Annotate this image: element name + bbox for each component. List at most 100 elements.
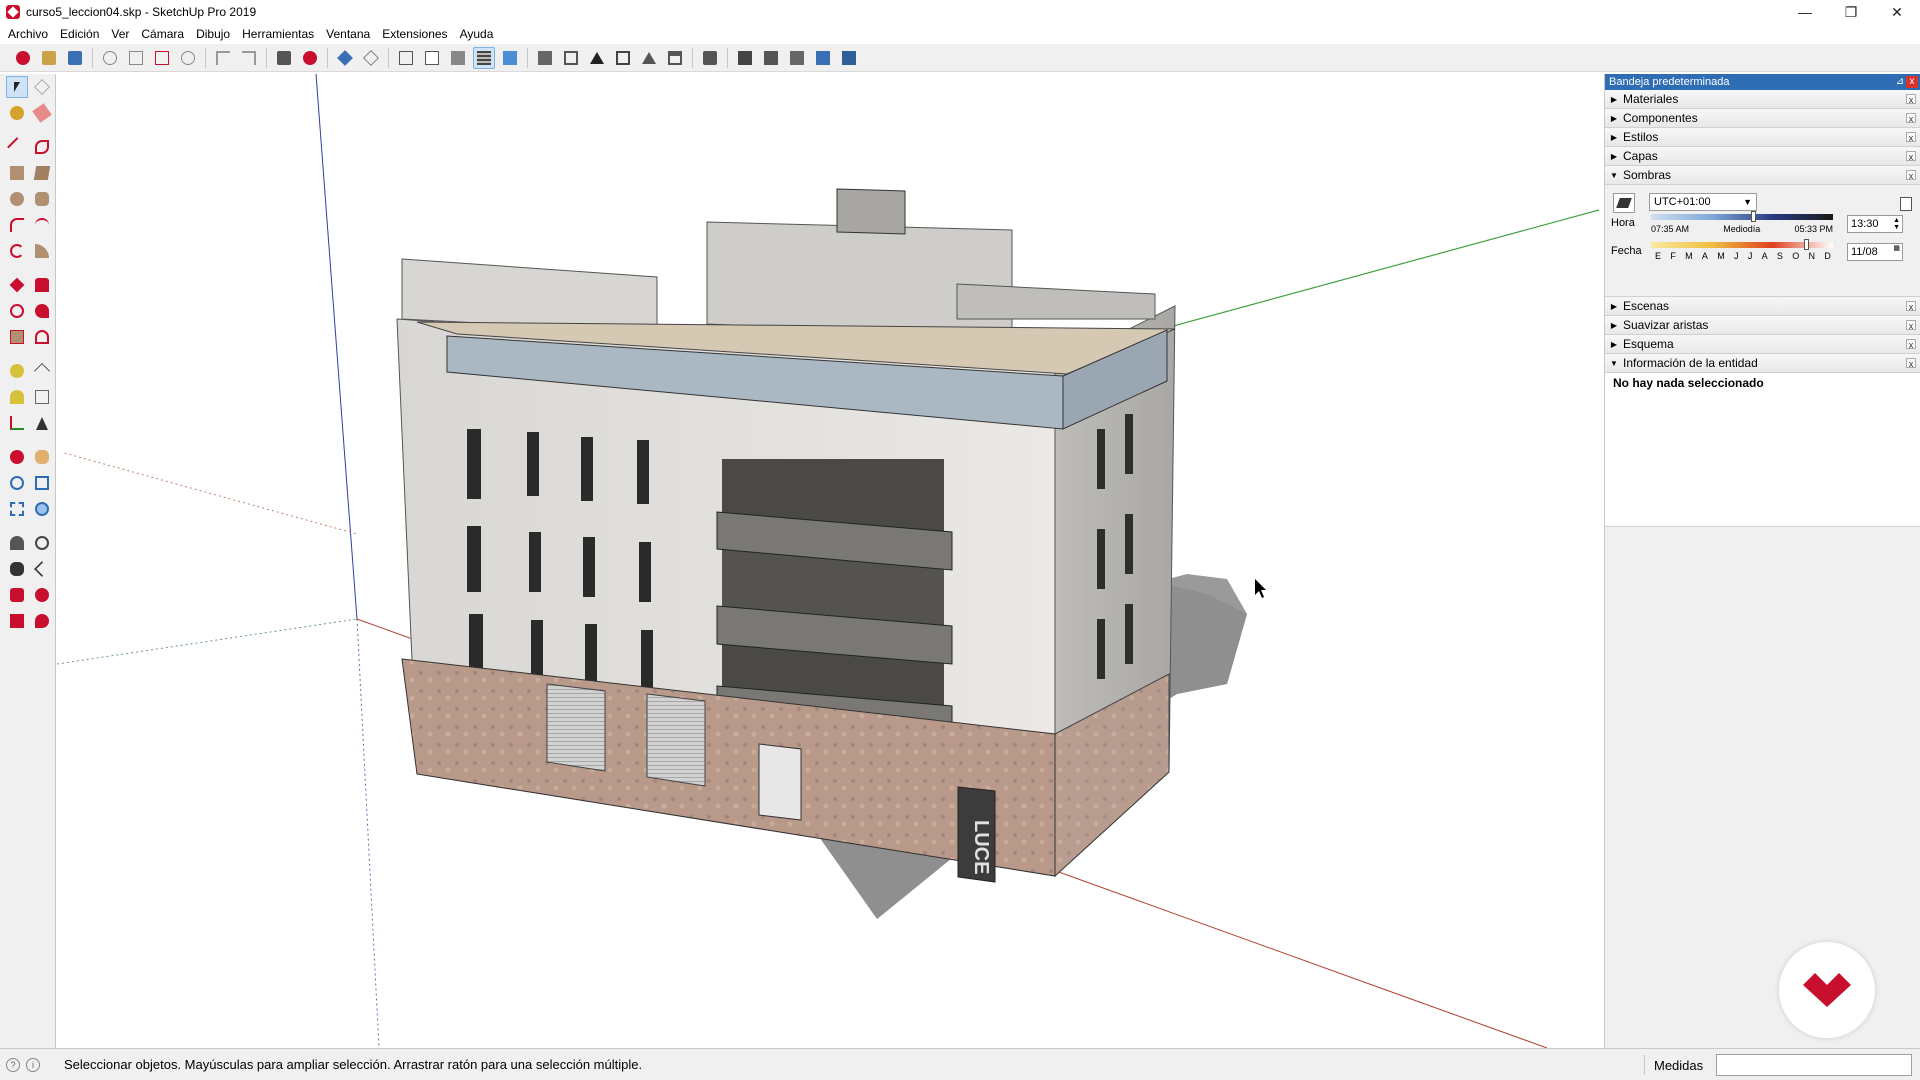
select-tool[interactable] (6, 76, 28, 98)
freehand-tool[interactable] (32, 136, 54, 158)
calendar-icon[interactable]: ▦ (1893, 245, 1900, 252)
layout-tool[interactable] (6, 610, 28, 632)
extension-button[interactable] (838, 47, 860, 69)
extension-warehouse-tool[interactable] (32, 584, 54, 606)
close-icon[interactable]: x (1906, 339, 1916, 350)
pan-tool[interactable] (32, 446, 54, 468)
close-icon[interactable]: x (1906, 113, 1916, 124)
warehouse-button[interactable] (699, 47, 721, 69)
axes-tool[interactable] (6, 412, 28, 434)
measurements-input[interactable] (1716, 1054, 1912, 1076)
extension-manager-tool[interactable] (32, 610, 54, 632)
tray-close-button[interactable]: x (1906, 76, 1918, 88)
minimize-button[interactable]: — (1782, 0, 1828, 24)
pin-icon[interactable]: ⊿ (1896, 74, 1904, 90)
section-plane-tool[interactable] (32, 558, 54, 580)
menu-ventana[interactable]: Ventana (320, 27, 376, 41)
right-view-button[interactable] (612, 47, 634, 69)
eraser-tool[interactable] (32, 102, 54, 124)
close-icon[interactable]: x (1906, 94, 1916, 105)
two-point-arc-tool[interactable] (32, 214, 54, 236)
section-cuts-button[interactable] (786, 47, 808, 69)
panel-suavizar-aristas[interactable]: ▶ Suavizar aristas x (1605, 316, 1920, 335)
paste-button[interactable] (151, 47, 173, 69)
spinner-icon[interactable]: ▲ ▼ (1893, 217, 1900, 231)
time-slider[interactable] (1651, 214, 1833, 220)
save-button[interactable] (64, 47, 86, 69)
look-around-tool[interactable] (32, 532, 54, 554)
modeling-viewport[interactable]: LUCE (57, 74, 1599, 1048)
rectangle-tool[interactable] (6, 162, 28, 184)
push-pull-tool[interactable] (32, 274, 54, 296)
line-tool[interactable] (6, 136, 28, 158)
previous-view-tool[interactable] (32, 498, 54, 520)
section-plane-button[interactable] (734, 47, 756, 69)
erase-button[interactable] (177, 47, 199, 69)
geolocation-icon[interactable]: ? (6, 1057, 20, 1072)
close-icon[interactable]: x (1906, 301, 1916, 312)
zoom-tool[interactable] (6, 472, 28, 494)
left-view-button[interactable] (664, 47, 686, 69)
pie-tool[interactable] (32, 240, 54, 262)
menu-dibujo[interactable]: Dibujo (190, 27, 236, 41)
follow-me-tool[interactable] (32, 300, 54, 322)
xray-button[interactable] (360, 47, 382, 69)
menu-edicion[interactable]: Edición (54, 27, 105, 41)
walk-tool[interactable] (6, 558, 28, 580)
timezone-select[interactable]: UTC+01:00 ▼ (1649, 193, 1757, 211)
time-slider-thumb[interactable] (1750, 211, 1756, 222)
menu-ver[interactable]: Ver (105, 27, 135, 41)
model-info-button[interactable] (299, 47, 321, 69)
close-icon[interactable]: x (1906, 358, 1916, 369)
rotated-rectangle-tool[interactable] (32, 162, 54, 184)
paint-bucket-tool[interactable] (6, 102, 28, 124)
three-point-arc-tool[interactable] (6, 240, 28, 262)
make-component-button[interactable] (334, 47, 356, 69)
panel-escenas[interactable]: ▶ Escenas x (1605, 297, 1920, 316)
shaded-button[interactable] (447, 47, 469, 69)
copy-button[interactable] (125, 47, 147, 69)
panel-materiales[interactable]: ▶ Materiales x (1605, 90, 1920, 109)
menu-camara[interactable]: Cámara (135, 27, 190, 41)
close-icon[interactable]: x (1906, 170, 1916, 181)
panel-esquema[interactable]: ▶ Esquema x (1605, 335, 1920, 354)
3d-warehouse-tool[interactable] (6, 584, 28, 606)
iso-view-button[interactable] (534, 47, 556, 69)
close-window-button[interactable]: ✕ (1874, 0, 1920, 24)
top-view-button[interactable] (560, 47, 582, 69)
wireframe-button[interactable] (395, 47, 417, 69)
zoom-window-tool[interactable] (32, 472, 54, 494)
rotate-tool[interactable] (6, 300, 28, 322)
print-button[interactable] (273, 47, 295, 69)
position-camera-tool[interactable] (6, 532, 28, 554)
restore-button[interactable]: ❐ (1828, 0, 1874, 24)
shadow-settings-icon[interactable] (1900, 197, 1912, 211)
close-icon[interactable]: x (1906, 151, 1916, 162)
section-display-button[interactable] (760, 47, 782, 69)
panel-componentes[interactable]: ▶ Componentes x (1605, 109, 1920, 128)
scale-tool[interactable] (6, 326, 28, 348)
cut-button[interactable] (99, 47, 121, 69)
undo-button[interactable] (212, 47, 234, 69)
date-field[interactable]: 11/08 ▦ (1847, 243, 1903, 261)
panel-entity-info[interactable]: ▼ Información de la entidad x (1605, 354, 1920, 373)
panel-capas[interactable]: ▶ Capas x (1605, 147, 1920, 166)
arc-tool[interactable] (6, 214, 28, 236)
new-model-button[interactable] (12, 47, 34, 69)
hidden-line-button[interactable] (421, 47, 443, 69)
offset-tool[interactable] (32, 326, 54, 348)
shaded-textures-button[interactable] (473, 46, 495, 69)
front-view-button[interactable] (586, 47, 608, 69)
show-shadows-toggle[interactable] (1613, 193, 1635, 213)
date-slider-thumb[interactable] (1803, 239, 1809, 250)
tape-measure-tool[interactable] (6, 360, 28, 382)
move-tool[interactable] (6, 274, 28, 296)
time-field[interactable]: 13:30 ▲ ▼ (1847, 215, 1903, 233)
polygon-tool[interactable] (32, 188, 54, 210)
panel-sombras[interactable]: ▼ Sombras x (1605, 166, 1920, 185)
3d-text-tool[interactable] (32, 412, 54, 434)
info-icon[interactable]: i (26, 1057, 40, 1072)
close-icon[interactable]: x (1906, 132, 1916, 143)
protractor-tool[interactable] (6, 386, 28, 408)
menu-herramientas[interactable]: Herramientas (236, 27, 320, 41)
